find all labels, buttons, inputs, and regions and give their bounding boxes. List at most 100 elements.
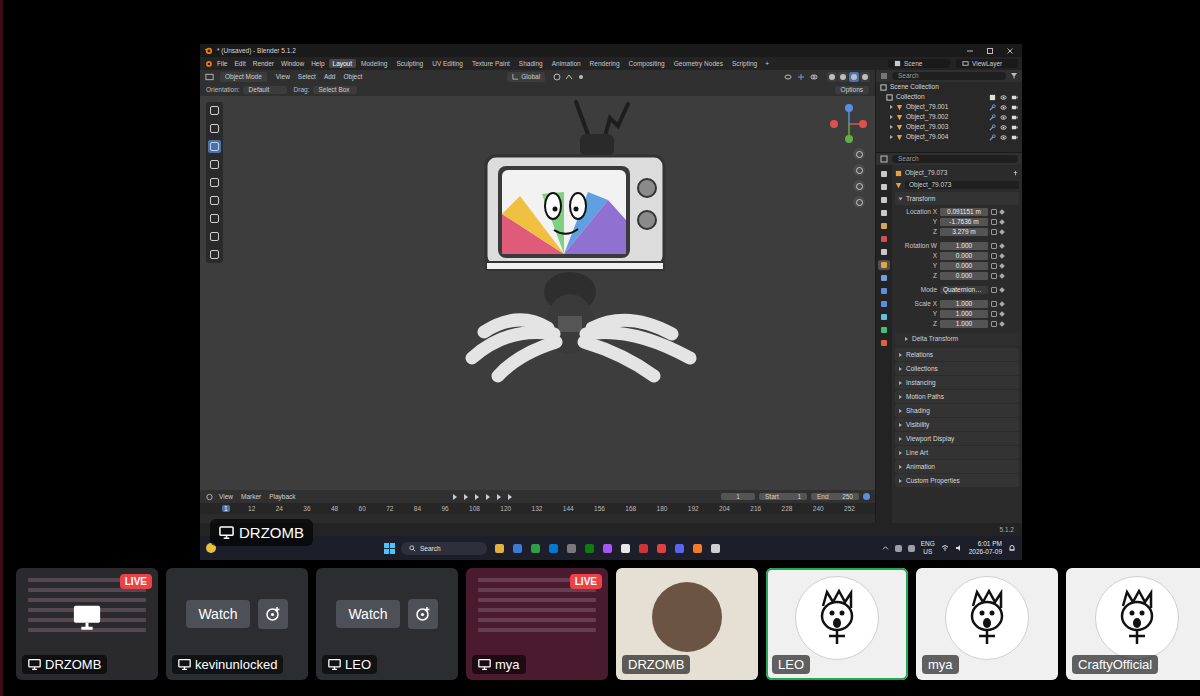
- close-icon[interactable]: [1006, 47, 1014, 55]
- taskbar-app[interactable]: [583, 542, 595, 554]
- lock-icon[interactable]: [991, 243, 997, 249]
- camera-icon[interactable]: [1011, 94, 1018, 101]
- workspace-tab[interactable]: Animation: [548, 59, 585, 69]
- scene-field[interactable]: Scene: [888, 59, 950, 69]
- options-dropdown[interactable]: Options: [835, 86, 869, 94]
- popout-button[interactable]: [408, 599, 438, 629]
- keyframe-icon[interactable]: [999, 311, 1005, 317]
- eye-icon[interactable]: [1000, 94, 1007, 101]
- keyframe-icon[interactable]: [999, 243, 1005, 249]
- property-field[interactable]: Quaternion…: [940, 286, 988, 294]
- properties-search[interactable]: Search: [892, 155, 1018, 163]
- filter-icon[interactable]: [1010, 72, 1018, 80]
- workspace-tab[interactable]: Compositing: [625, 59, 669, 69]
- menu-item[interactable]: Window: [278, 60, 307, 68]
- keyframe-icon[interactable]: [999, 301, 1005, 307]
- add-workspace-button[interactable]: +: [762, 60, 772, 68]
- panel-header[interactable]: Line Art: [895, 446, 1019, 459]
- tool-button[interactable]: [208, 176, 221, 189]
- participant-tile[interactable]: CraftyOfficial: [1066, 568, 1200, 680]
- keyframe-icon[interactable]: [999, 229, 1005, 235]
- tool-button[interactable]: [208, 140, 221, 153]
- checkbox-icon[interactable]: [989, 94, 996, 101]
- workspace-tab[interactable]: Scripting: [728, 59, 761, 69]
- properties-tab[interactable]: [878, 221, 890, 231]
- outliner-row[interactable]: Scene Collection: [876, 82, 1022, 92]
- lock-icon[interactable]: [991, 209, 997, 215]
- eye-icon[interactable]: [1000, 124, 1007, 131]
- taskbar-app[interactable]: [637, 542, 649, 554]
- participant-tile[interactable]: DRZOMB: [616, 568, 758, 680]
- taskbar-app[interactable]: [619, 542, 631, 554]
- outliner-row[interactable]: Object_79.002: [876, 112, 1022, 122]
- panel-header[interactable]: Custom Properties: [895, 474, 1019, 487]
- outliner-row[interactable]: Object_79.003: [876, 122, 1022, 132]
- minimize-icon[interactable]: [966, 47, 974, 55]
- editor-type-icon[interactable]: [205, 493, 214, 501]
- keying-icon[interactable]: [863, 493, 870, 500]
- workspace-tab[interactable]: Rendering: [586, 59, 624, 69]
- property-field[interactable]: 1.000: [940, 320, 988, 328]
- proportional-icon[interactable]: [577, 73, 585, 81]
- tv-head-character-model[interactable]: [458, 96, 718, 386]
- menu-item[interactable]: Edit: [231, 60, 248, 68]
- subpanel-header[interactable]: Delta Transform: [895, 333, 1019, 345]
- taskbar-app[interactable]: [493, 542, 505, 554]
- properties-tab[interactable]: [878, 273, 890, 283]
- outliner-search[interactable]: Search: [892, 72, 1006, 80]
- workspace-tab[interactable]: Shading: [515, 59, 547, 69]
- editor-type-icon[interactable]: [880, 72, 888, 80]
- outliner-row[interactable]: Collection: [876, 92, 1022, 102]
- editor-type-icon[interactable]: [880, 155, 888, 163]
- workspace-tab[interactable]: Modeling: [357, 59, 391, 69]
- outliner-row[interactable]: Object_79.004: [876, 132, 1022, 142]
- properties-tab[interactable]: [878, 299, 890, 309]
- viewport-menu[interactable]: Object: [341, 73, 366, 81]
- gizmo-icon[interactable]: [797, 73, 805, 81]
- transform-orientation[interactable]: Global: [507, 72, 545, 82]
- shading-mode-button[interactable]: [838, 72, 848, 82]
- tool-button[interactable]: [208, 230, 221, 243]
- tray-icon[interactable]: [908, 545, 915, 552]
- tool-button[interactable]: [208, 158, 221, 171]
- taskbar-app[interactable]: [511, 542, 523, 554]
- transform-panel-header[interactable]: Transform: [895, 192, 1019, 205]
- bell-icon[interactable]: [1008, 544, 1016, 552]
- workspace-tab[interactable]: Sculpting: [392, 59, 427, 69]
- taskbar-app[interactable]: [529, 542, 541, 554]
- properties-tab[interactable]: [878, 182, 890, 192]
- volume-icon[interactable]: [955, 544, 963, 552]
- keyframe-icon[interactable]: [999, 219, 1005, 225]
- pivot-icon[interactable]: [553, 73, 561, 81]
- datablock-field[interactable]: Object_79.073: [905, 181, 1019, 189]
- clock[interactable]: 6:01 PM2026-07-09: [969, 540, 1002, 556]
- properties-tab[interactable]: [878, 234, 890, 244]
- view-layer-field[interactable]: ViewLayer: [956, 59, 1018, 69]
- current-frame-field[interactable]: 1: [721, 493, 755, 501]
- camera-icon[interactable]: [1011, 134, 1018, 141]
- menu-item[interactable]: Render: [250, 60, 277, 68]
- navigation-gizmo[interactable]: [825, 104, 869, 208]
- shading-mode-button[interactable]: [860, 72, 870, 82]
- panel-header[interactable]: Viewport Display: [895, 432, 1019, 445]
- taskbar-app[interactable]: [547, 542, 559, 554]
- taskbar-app[interactable]: [601, 542, 613, 554]
- lock-icon[interactable]: [991, 219, 997, 225]
- property-field[interactable]: 0.000: [940, 272, 988, 280]
- snap-icon[interactable]: [565, 73, 573, 81]
- lock-icon[interactable]: [991, 273, 997, 279]
- participant-tile[interactable]: Watchkevinunlocked: [166, 568, 308, 680]
- eye-icon[interactable]: [1000, 114, 1007, 121]
- properties-tab[interactable]: [878, 312, 890, 322]
- keyframe-icon[interactable]: [999, 209, 1005, 215]
- drag-dropdown[interactable]: Select Box: [313, 86, 357, 94]
- taskbar-app[interactable]: [565, 542, 577, 554]
- timeline-menu[interactable]: Playback: [266, 493, 298, 501]
- workspace-tab[interactable]: Layout: [329, 59, 357, 69]
- participant-tile[interactable]: WatchLEO: [316, 568, 458, 680]
- maximize-icon[interactable]: [986, 47, 994, 55]
- ortho-button[interactable]: [853, 196, 865, 208]
- viewport-menu[interactable]: Add: [321, 73, 339, 81]
- panel-header[interactable]: Instancing: [895, 376, 1019, 389]
- tool-button[interactable]: [208, 194, 221, 207]
